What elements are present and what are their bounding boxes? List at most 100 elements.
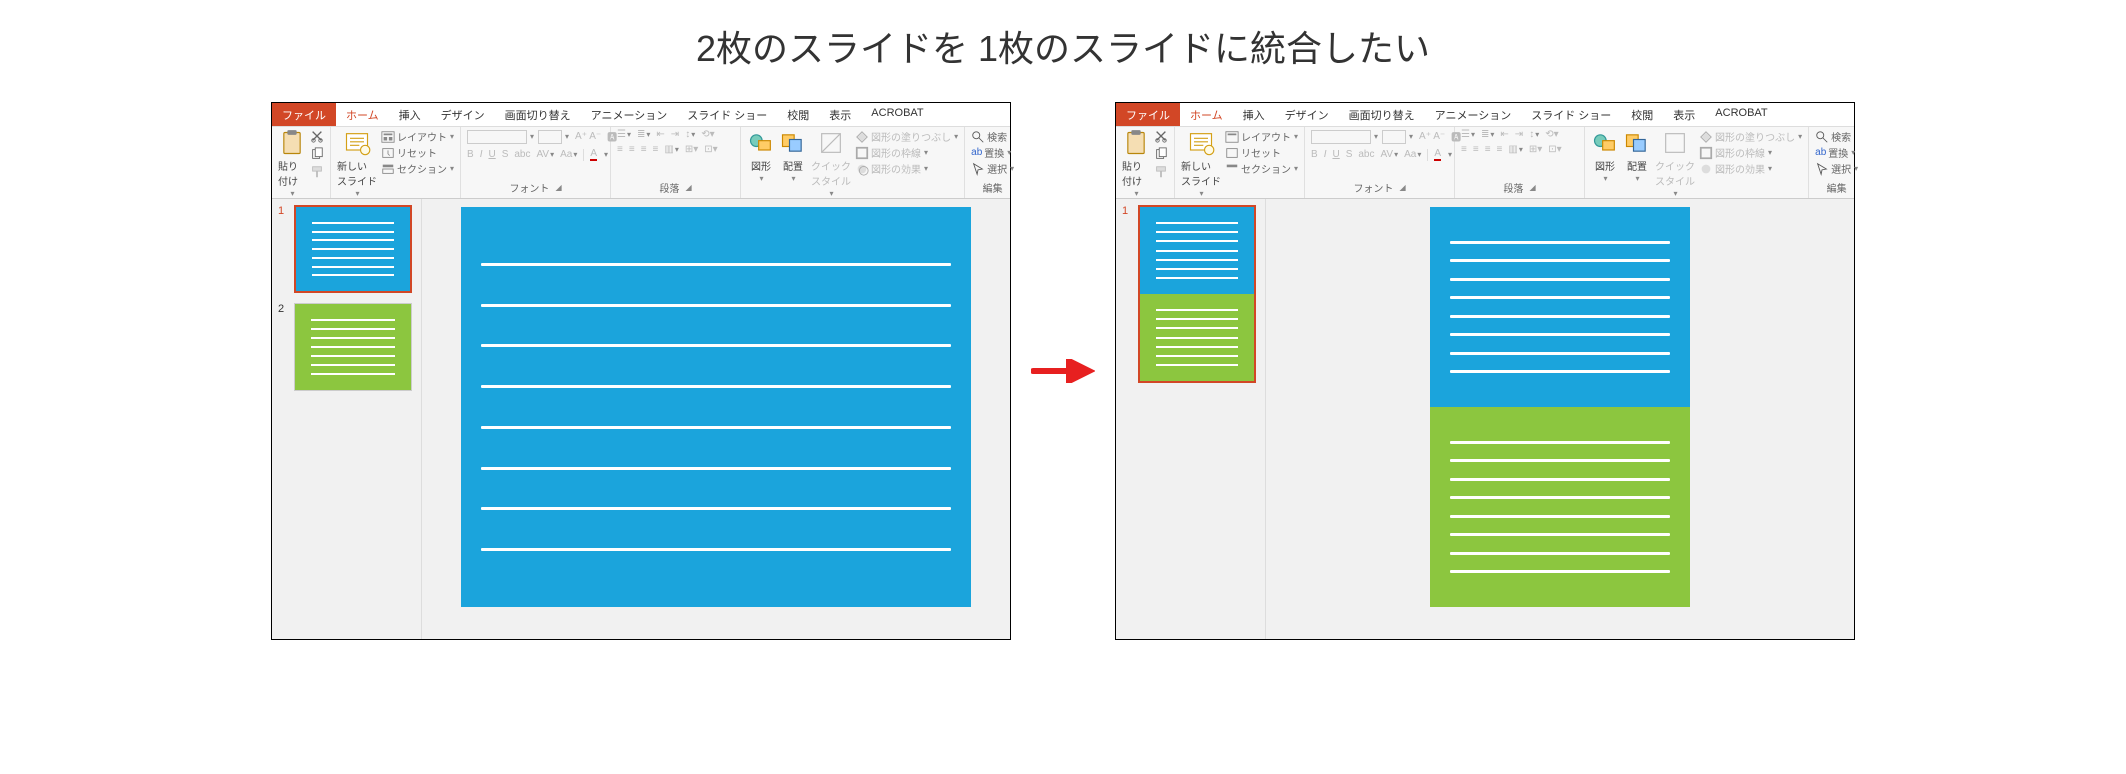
tab-transitions[interactable]: 画面切り替え	[1339, 103, 1425, 126]
select-button[interactable]: 選択▾	[971, 161, 1014, 176]
layout-button[interactable]: レイアウト▾	[381, 129, 454, 144]
replace-button[interactable]: ab置換▾	[971, 145, 1014, 160]
align-right-button[interactable]: ≡	[641, 144, 647, 155]
ribbon-tabs: ファイル ホーム 挿入 デザイン 画面切り替え アニメーション スライド ショー…	[1116, 103, 1854, 127]
tab-insert[interactable]: 挿入	[389, 103, 431, 126]
bullets-button[interactable]: ☰▾	[617, 129, 631, 140]
slide-canvas[interactable]	[422, 199, 1010, 639]
select-button[interactable]: 選択▾	[1815, 161, 1858, 176]
text-direction-button[interactable]: ⟲▾	[701, 129, 714, 140]
tab-insert[interactable]: 挿入	[1233, 103, 1275, 126]
tab-slideshow[interactable]: スライド ショー	[1521, 103, 1621, 126]
section-button[interactable]: セクション▾	[1225, 161, 1298, 176]
copy-icon[interactable]	[310, 147, 324, 164]
tab-review[interactable]: 校閲	[1621, 103, 1663, 126]
indent-dec-button[interactable]: ⇤	[656, 129, 664, 140]
tab-transitions[interactable]: 画面切り替え	[495, 103, 581, 126]
tab-slideshow[interactable]: スライド ショー	[677, 103, 777, 126]
columns-button[interactable]: ▥▾	[664, 144, 678, 155]
tab-acrobat[interactable]: ACROBAT	[861, 103, 933, 126]
slide-thumbnail-merged[interactable]	[1138, 205, 1256, 383]
italic-button[interactable]: I	[480, 149, 483, 160]
group-slides: 新しい スライド▾ レイアウト▾ リセット セクション▾ スライド	[1175, 127, 1305, 198]
tab-design[interactable]: デザイン	[431, 103, 495, 126]
format-painter-icon[interactable]	[1154, 165, 1168, 182]
tab-animations[interactable]: アニメーション	[1425, 103, 1522, 126]
shape-effects-button[interactable]: 図形の効果▾	[855, 161, 958, 176]
shape-fill-button[interactable]: 図形の塗りつぶし▾	[855, 129, 958, 144]
layout-button[interactable]: レイアウト▾	[1225, 129, 1298, 144]
shadow-button[interactable]: abc	[514, 149, 530, 160]
shape-outline-button[interactable]: 図形の枠線▾	[855, 145, 958, 160]
slide-thumbnails-pane: 1 2	[272, 199, 422, 639]
tab-file[interactable]: ファイル	[1116, 103, 1180, 126]
tab-acrobat[interactable]: ACROBAT	[1705, 103, 1777, 126]
cut-icon[interactable]	[310, 129, 324, 146]
dialog-launcher-icon[interactable]: ◢	[685, 183, 691, 192]
align-center-button[interactable]: ≡	[629, 144, 635, 155]
group-paragraph: ☰▾ ≣▾ ⇤ ⇥ ↕▾ ⟲▾ ≡ ≡ ≡ ≡ ▥▾ ⊞▾ ⊡▾	[611, 127, 741, 198]
tab-view[interactable]: 表示	[819, 103, 861, 126]
numbering-button[interactable]: ≣▾	[637, 129, 650, 140]
group-paragraph-label: 段落	[659, 180, 679, 195]
quick-styles-button[interactable]: クイック スタイル▾	[1655, 129, 1695, 198]
ribbon-tabs: ファイル ホーム 挿入 デザイン 画面切り替え アニメーション スライド ショー…	[272, 103, 1010, 127]
copy-icon[interactable]	[1154, 147, 1168, 164]
reset-button[interactable]: リセット	[381, 145, 454, 160]
bold-button[interactable]: B	[467, 149, 474, 160]
dialog-launcher-icon[interactable]: ◢	[555, 183, 561, 192]
paste-button[interactable]: 貼り付け▾	[278, 129, 306, 198]
align-left-button[interactable]: ≡	[617, 144, 623, 155]
find-button[interactable]: 検索	[1815, 129, 1858, 144]
font-color-button[interactable]: A	[590, 148, 597, 161]
dialog-launcher-icon[interactable]: ◢	[1529, 183, 1535, 192]
slide-content-green[interactable]	[1430, 407, 1690, 607]
slide-content-blue[interactable]	[1430, 207, 1690, 407]
tab-view[interactable]: 表示	[1663, 103, 1705, 126]
arrange-button[interactable]: 配置▾	[779, 129, 807, 183]
group-clipboard: 貼り付け▾ クリップボード◢	[272, 127, 331, 198]
case-button[interactable]: Aa▾	[560, 149, 577, 160]
align-text-button[interactable]: ⊞▾	[685, 144, 698, 155]
arrange-button[interactable]: 配置▾	[1623, 129, 1651, 183]
section-button[interactable]: セクション▾	[381, 161, 454, 176]
slide-thumbnail-1[interactable]	[294, 205, 412, 293]
shapes-button[interactable]: 図形▾	[1591, 129, 1619, 183]
reset-button[interactable]: リセット	[1225, 145, 1298, 160]
tab-home[interactable]: ホーム	[1180, 103, 1233, 126]
slide-content-blue[interactable]	[461, 207, 971, 607]
justify-button[interactable]: ≡	[653, 144, 659, 155]
tab-review[interactable]: 校閲	[777, 103, 819, 126]
quick-styles-button[interactable]: クイック スタイル▾	[811, 129, 851, 198]
tab-home[interactable]: ホーム	[336, 103, 389, 126]
spacing-button[interactable]: AV▾	[537, 149, 555, 160]
line-spacing-button[interactable]: ↕▾	[685, 129, 695, 140]
slide-thumbnail-2[interactable]	[294, 303, 412, 391]
new-slide-button[interactable]: 新しい スライド▾	[337, 129, 377, 198]
thumb-number-1: 1	[1122, 205, 1132, 383]
group-clipboard: 貼り付け▾ クリップボード◢	[1116, 127, 1175, 198]
thumb-number-2: 2	[278, 303, 288, 391]
cut-icon[interactable]	[1154, 129, 1168, 146]
new-slide-button[interactable]: 新しい スライド▾	[1181, 129, 1221, 198]
new-slide-icon	[343, 129, 371, 157]
smartart-button[interactable]: ⊡▾	[704, 144, 717, 155]
shapes-button[interactable]: 図形▾	[747, 129, 775, 183]
find-button[interactable]: 検索	[971, 129, 1014, 144]
dialog-launcher-icon[interactable]: ◢	[1399, 183, 1405, 192]
slide-canvas[interactable]	[1266, 199, 1854, 639]
indent-inc-button[interactable]: ⇥	[671, 129, 679, 140]
group-font: ▾ ▾ A⁺ A⁻ 🅰 B I U S abc AV▾ Aa▾	[461, 127, 611, 198]
strike-button[interactable]: S	[502, 149, 509, 160]
tab-file[interactable]: ファイル	[272, 103, 336, 126]
group-font-label: フォント	[509, 180, 549, 195]
underline-button[interactable]: U	[488, 149, 495, 160]
ribbon: 貼り付け▾ クリップボード◢ 新しい スライド▾	[272, 127, 1010, 199]
paste-button[interactable]: 貼り付け▾	[1122, 129, 1150, 198]
format-painter-icon[interactable]	[310, 165, 324, 182]
group-slides: 新しい スライド▾ レイアウト▾ リセット セクション▾ スライド	[331, 127, 461, 198]
tab-animations[interactable]: アニメーション	[581, 103, 678, 126]
quick-styles-icon	[817, 129, 845, 157]
tab-design[interactable]: デザイン	[1275, 103, 1339, 126]
replace-button[interactable]: ab置換▾	[1815, 145, 1858, 160]
